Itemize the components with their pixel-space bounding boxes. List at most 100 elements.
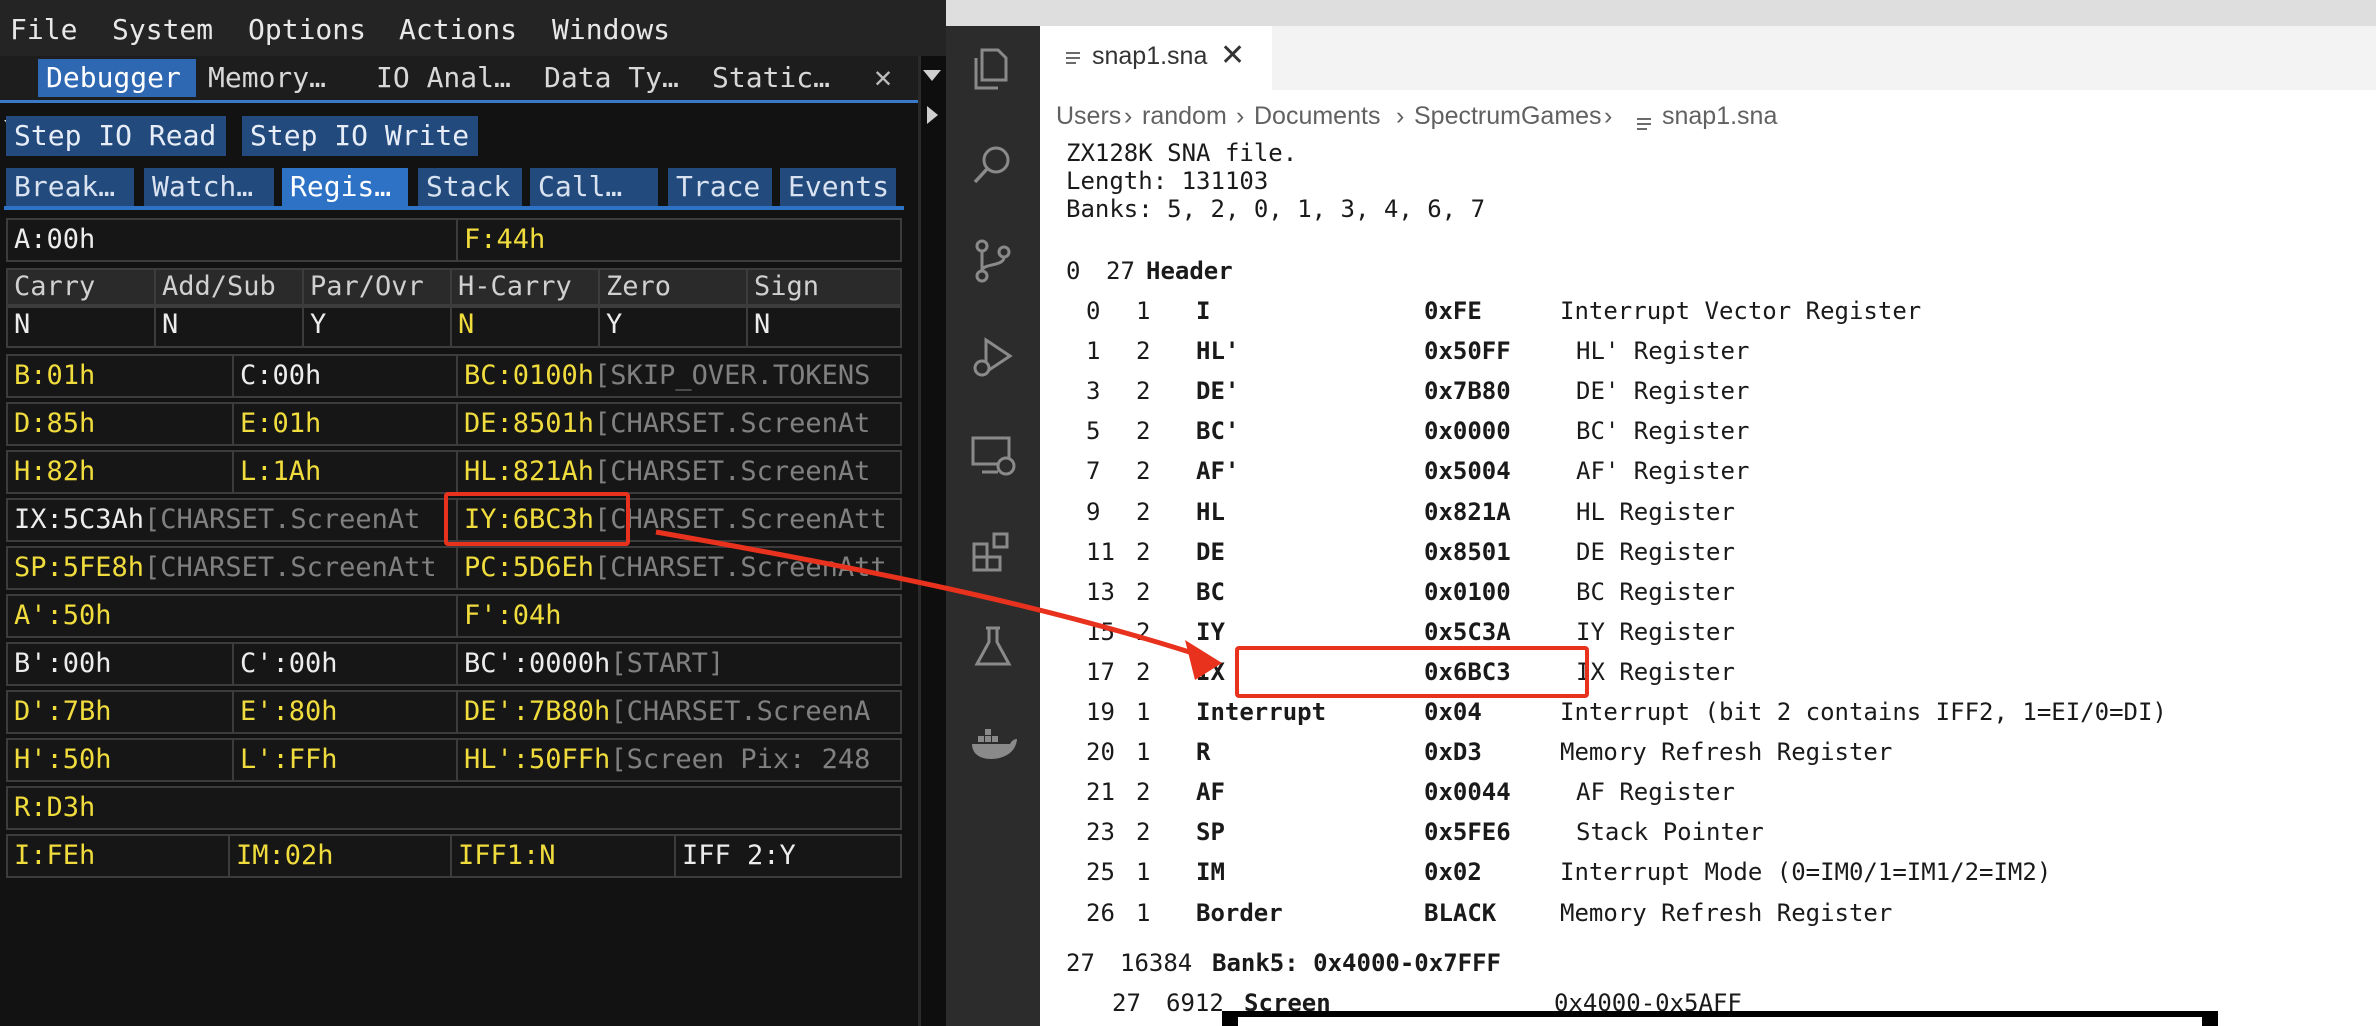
register-sp[interactable]: SP:5FE8h[CHARSET.ScreenAtt bbox=[8, 548, 458, 588]
register-sp-symbol: [CHARSET.ScreenAtt bbox=[144, 552, 437, 583]
register-iff2[interactable]: IFF 2:Y bbox=[676, 836, 900, 876]
register-i[interactable]: I:FEh bbox=[8, 836, 230, 876]
chevron-down-icon[interactable] bbox=[923, 70, 941, 81]
dock-splitter[interactable] bbox=[918, 56, 946, 1026]
field-offset: 1 bbox=[1086, 337, 1101, 365]
menu-actions[interactable]: Actions bbox=[399, 14, 517, 46]
register-f[interactable]: F:44h bbox=[458, 220, 900, 260]
extensions-icon[interactable] bbox=[968, 526, 1018, 576]
tab-io-analyser[interactable]: IO Anal… bbox=[376, 59, 526, 97]
testing-icon[interactable] bbox=[968, 622, 1018, 672]
menu-system[interactable]: System bbox=[112, 14, 213, 46]
tab-breakpoints[interactable]: Break… bbox=[6, 168, 134, 206]
register-hl[interactable]: HL:821Ah[CHARSET.ScreenAt bbox=[458, 452, 900, 492]
run-debug-icon[interactable] bbox=[968, 332, 1018, 382]
vscode-window: snap1.sna ✕ Users › random › Documents ›… bbox=[946, 0, 2376, 1026]
menu-options[interactable]: Options bbox=[248, 14, 366, 46]
register-row-af-alt: A':50h F':04h bbox=[6, 594, 902, 638]
register-hl-value: HL:821Ah bbox=[464, 456, 595, 487]
breadcrumb-random[interactable]: random bbox=[1142, 102, 1227, 131]
register-ix[interactable]: IX:5C3Ah[CHARSET.ScreenAt bbox=[8, 500, 458, 540]
summary-line: ZX128K SNA file. bbox=[1066, 139, 1298, 167]
register-l[interactable]: L:1Ah bbox=[234, 452, 458, 492]
field-name: DE' bbox=[1196, 377, 1240, 405]
docker-icon[interactable] bbox=[968, 718, 1018, 768]
register-hl-alt[interactable]: HL':50FFh[Screen Pix: 248 bbox=[458, 740, 900, 780]
tab-watch[interactable]: Watch… bbox=[144, 168, 274, 206]
register-iff1[interactable]: IFF1:N bbox=[452, 836, 676, 876]
register-de-alt-symbol: [CHARSET.ScreenA bbox=[610, 696, 871, 727]
breadcrumb-users[interactable]: Users bbox=[1056, 102, 1121, 131]
field-description: DE Register bbox=[1576, 538, 1735, 566]
menu-file[interactable]: File bbox=[10, 14, 77, 46]
chevron-right-icon[interactable] bbox=[927, 106, 938, 124]
activity-bar bbox=[946, 26, 1040, 1026]
breadcrumb-spectrumgames[interactable]: SpectrumGames bbox=[1414, 102, 1602, 131]
register-hl-alt-symbol: [Screen Pix: 248 bbox=[610, 744, 871, 775]
register-d[interactable]: D:85h bbox=[8, 404, 234, 444]
field-offset: 7 bbox=[1086, 457, 1101, 485]
window-tab-bar: Debugger Memory… IO Anal… Data Ty… Stati… bbox=[0, 56, 946, 133]
register-e-alt[interactable]: E':80h bbox=[234, 692, 458, 732]
register-e[interactable]: E:01h bbox=[234, 404, 458, 444]
tab-stack[interactable]: Stack bbox=[418, 168, 522, 206]
register-a[interactable]: A:00h bbox=[8, 220, 458, 260]
register-row-interrupts: I:FEh IM:02h IFF1:N IFF 2:Y bbox=[6, 834, 902, 878]
flag-hcarry-value[interactable]: N bbox=[452, 308, 600, 346]
register-bc[interactable]: BC:0100h[SKIP_OVER.TOKENS bbox=[458, 356, 900, 396]
summary-line: Length: 131103 bbox=[1066, 167, 1269, 195]
register-f-alt[interactable]: F':04h bbox=[458, 596, 900, 636]
register-de[interactable]: DE:8501h[CHARSET.ScreenAt bbox=[458, 404, 900, 444]
register-im[interactable]: IM:02h bbox=[230, 836, 452, 876]
close-icon[interactable]: ✕ bbox=[1220, 38, 1245, 73]
remote-explorer-icon[interactable] bbox=[968, 430, 1018, 480]
register-row-de: D:85h E:01h DE:8501h[CHARSET.ScreenAt bbox=[6, 402, 902, 446]
register-d-alt[interactable]: D':7Bh bbox=[8, 692, 234, 732]
flag-header: Carry bbox=[8, 270, 156, 304]
file-lines-icon bbox=[1066, 52, 1080, 67]
tab-debugger[interactable]: Debugger bbox=[38, 59, 196, 97]
flag-sign-value[interactable]: N bbox=[748, 308, 900, 346]
step-io-read-button[interactable]: Step IO Read bbox=[6, 116, 226, 156]
flag-addsub-value[interactable]: N bbox=[156, 308, 304, 346]
register-iy[interactable]: IY:6BC3h[CHARSET.ScreenAtt bbox=[458, 500, 900, 540]
register-r[interactable]: R:D3h bbox=[8, 788, 900, 828]
field-length: 1 bbox=[1136, 858, 1151, 886]
editor-tab-snap1[interactable]: snap1.sna ✕ bbox=[1040, 26, 1272, 90]
register-bc-alt[interactable]: BC':0000h[START] bbox=[458, 644, 900, 684]
breadcrumb-file[interactable]: snap1.sna bbox=[1662, 102, 1777, 131]
register-bc-value: BC:0100h bbox=[464, 360, 595, 391]
close-icon[interactable]: ✕ bbox=[874, 59, 892, 97]
files-icon[interactable] bbox=[968, 44, 1018, 94]
tab-registers[interactable]: Regis… bbox=[282, 168, 408, 206]
tab-events[interactable]: Events bbox=[780, 168, 896, 206]
field-value: 0x0000 bbox=[1424, 417, 1511, 445]
tab-memory[interactable]: Memory… bbox=[208, 59, 346, 97]
tab-static[interactable]: Static… bbox=[712, 59, 862, 97]
register-l-alt[interactable]: L':FFh bbox=[234, 740, 458, 780]
tab-data-types[interactable]: Data Ty… bbox=[544, 59, 694, 97]
flags-value-row: N N Y N Y N bbox=[6, 306, 902, 348]
register-c[interactable]: C:00h bbox=[234, 356, 458, 396]
source-control-icon[interactable] bbox=[968, 236, 1018, 286]
field-offset: 9 bbox=[1086, 498, 1101, 526]
register-de-alt[interactable]: DE':7B80h[CHARSET.ScreenA bbox=[458, 692, 900, 732]
register-bc-alt-value: BC':0000h bbox=[464, 648, 611, 679]
tab-call-stack[interactable]: Call… bbox=[530, 168, 658, 206]
register-h[interactable]: H:82h bbox=[8, 452, 234, 492]
register-c-alt[interactable]: C':00h bbox=[234, 644, 458, 684]
register-h-alt[interactable]: H':50h bbox=[8, 740, 234, 780]
tab-trace[interactable]: Trace bbox=[668, 168, 772, 206]
register-b-alt[interactable]: B':00h bbox=[8, 644, 234, 684]
flag-zero-value[interactable]: Y bbox=[600, 308, 748, 346]
flag-carry-value[interactable]: N bbox=[8, 308, 156, 346]
register-pc[interactable]: PC:5D6Eh[CHARSET.ScreenAtt bbox=[458, 548, 900, 588]
register-b[interactable]: B:01h bbox=[8, 356, 234, 396]
field-value: 0x02 bbox=[1424, 858, 1482, 886]
breadcrumb-documents[interactable]: Documents bbox=[1254, 102, 1380, 131]
register-a-alt[interactable]: A':50h bbox=[8, 596, 458, 636]
step-io-write-button[interactable]: Step IO Write bbox=[242, 116, 478, 156]
flag-parovr-value[interactable]: Y bbox=[304, 308, 452, 346]
search-icon[interactable] bbox=[968, 140, 1018, 190]
menu-windows[interactable]: Windows bbox=[552, 14, 670, 46]
